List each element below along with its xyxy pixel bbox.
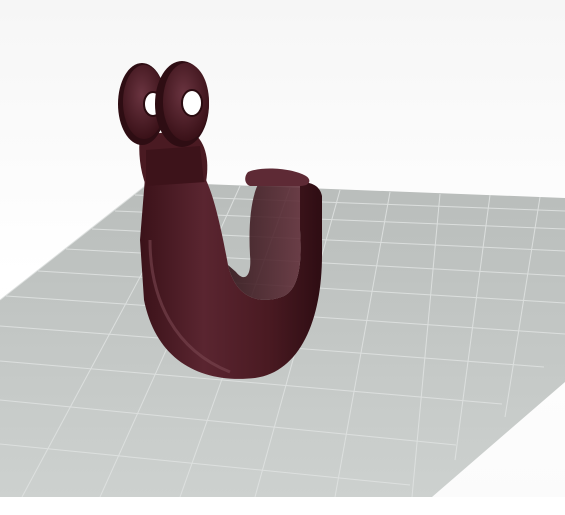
3d-scene [0, 61, 565, 497]
3d-viewport[interactable]: ↻✥⊕▭◫◈▣▤▥◐◧⟷◒◔▦◉ [0, 0, 565, 497]
hook-tip [245, 168, 310, 186]
hook-shank-face [146, 146, 204, 186]
lifting-eyes [118, 61, 209, 147]
